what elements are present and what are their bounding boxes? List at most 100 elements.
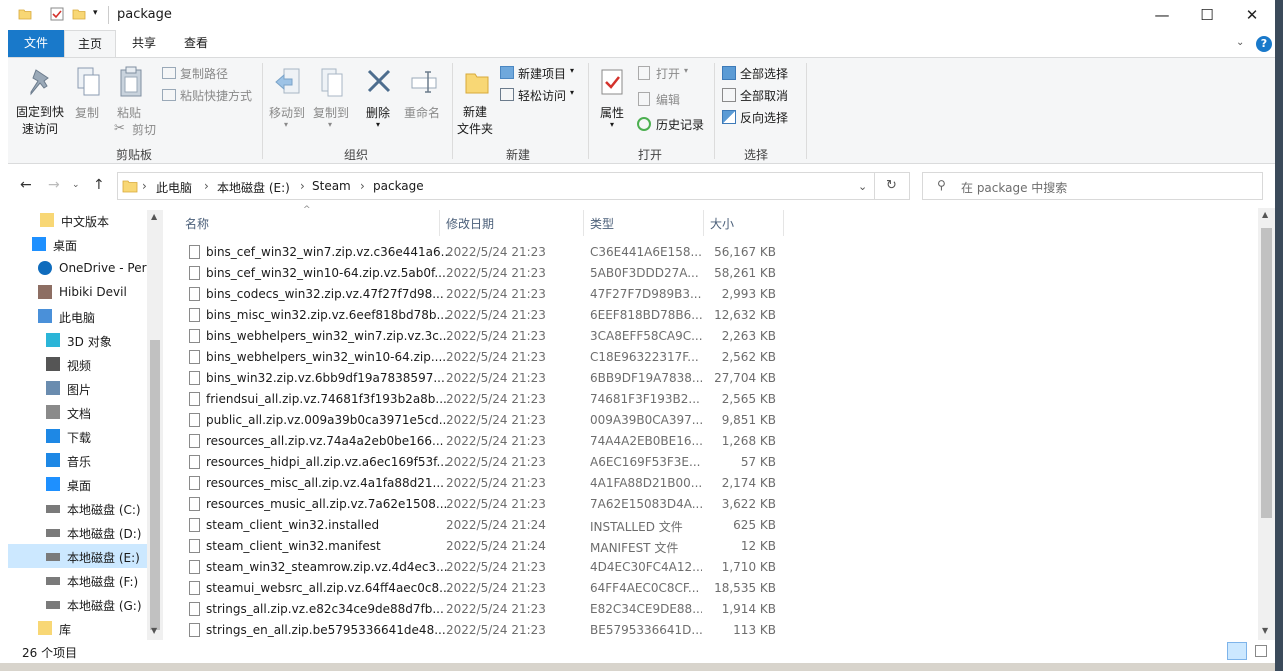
scroll-up-icon[interactable]: ▲ (1262, 210, 1268, 219)
breadcrumb-chevron-icon[interactable]: › (142, 179, 147, 193)
column-divider[interactable] (783, 210, 784, 236)
invert-selection-button[interactable]: 反向选择 (720, 109, 800, 127)
file-row[interactable]: resources_all.zip.vz.74a4a2eb0be166... 20… (178, 431, 784, 452)
search-box[interactable]: ⚲ 在 package 中搜索 (922, 172, 1263, 200)
breadcrumb-package[interactable]: package (373, 179, 424, 193)
rename-button[interactable]: 重命名 (400, 62, 446, 122)
column-type[interactable]: 类型 (590, 215, 614, 232)
breadcrumb-chevron-icon[interactable]: › (360, 179, 365, 193)
column-divider[interactable] (703, 210, 704, 236)
paste-shortcut-button[interactable]: 粘贴快捷方式 (160, 87, 270, 105)
refresh-button[interactable]: ↻ (875, 172, 910, 200)
select-all-button[interactable]: 全部选择 (720, 65, 800, 83)
file-row[interactable]: friendsui_all.zip.vz.74681f3f193b2a8b...… (178, 389, 784, 410)
nav-item[interactable]: 本地磁盘 (F:) (8, 568, 148, 592)
tab-home[interactable]: 主页 (64, 30, 116, 57)
column-divider[interactable] (439, 210, 440, 236)
file-row[interactable]: strings_all.zip.vz.e82c34ce9de88d7fb... 2… (178, 599, 784, 620)
cut-button[interactable]: ✂ 剪切 (112, 121, 172, 139)
file-row[interactable]: bins_codecs_win32.zip.vz.47f27f7d98... 20… (178, 284, 784, 305)
file-row[interactable]: steamui_websrc_all.zip.vz.64ff4aec0c8...… (178, 578, 784, 599)
up-arrow-icon[interactable]: ↑ (93, 177, 105, 193)
minimize-button[interactable]: — (1139, 0, 1185, 30)
nav-item[interactable]: Hibiki Devil (8, 280, 148, 304)
breadcrumb-drive-e[interactable]: 本地磁盘 (E:) (217, 179, 290, 196)
tab-file[interactable]: 文件 (8, 30, 64, 57)
copy-path-button[interactable]: 复制路径 (160, 65, 270, 83)
file-row[interactable]: bins_webhelpers_win32_win10-64.zip.... 20… (178, 347, 784, 368)
maximize-button[interactable]: ☐ (1184, 0, 1230, 30)
nav-item[interactable]: 视频 (8, 352, 148, 376)
new-folder-icon[interactable] (72, 7, 86, 21)
nav-item[interactable]: 本地磁盘 (D:) (8, 520, 148, 544)
breadcrumb-chevron-icon[interactable]: › (204, 179, 209, 193)
breadcrumb-this-pc[interactable]: 此电脑 (156, 179, 192, 196)
back-arrow-icon[interactable]: ← (20, 177, 32, 193)
close-button[interactable]: ✕ (1229, 0, 1275, 30)
pin-quick-access-button[interactable]: 固定到快 速访问 (12, 62, 68, 138)
file-row[interactable]: resources_hidpi_all.zip.vz.a6ec169f53f..… (178, 452, 784, 473)
file-row[interactable]: bins_webhelpers_win32_win7.zip.vz.3c... 2… (178, 326, 784, 347)
column-name[interactable]: 名称 (185, 215, 209, 232)
column-date[interactable]: 修改日期 (446, 215, 494, 232)
copy-button[interactable]: 复制 (70, 62, 108, 138)
nav-item[interactable]: 库 (8, 616, 148, 640)
nav-item[interactable]: 本地磁盘 (C:) (8, 496, 148, 520)
file-row[interactable]: bins_cef_win32_win10-64.zip.vz.5ab0f... 2… (178, 263, 784, 284)
help-icon[interactable]: ? (1256, 36, 1272, 52)
nav-item[interactable]: 本地磁盘 (E:) (8, 544, 148, 568)
nav-item[interactable]: 此电脑 (8, 304, 148, 328)
nav-item[interactable]: 文档 (8, 400, 148, 424)
delete-button[interactable]: 删除 ▾ (360, 62, 396, 132)
file-row[interactable]: steam_client_win32.installed 2022/5/24 21… (178, 515, 784, 536)
column-size[interactable]: 大小 (710, 215, 734, 232)
file-row[interactable]: steam_win32_steamrow.zip.vz.4d4ec3... 202… (178, 557, 784, 578)
new-item-button[interactable]: 新建项目 ▾ (498, 65, 583, 83)
select-none-button[interactable]: 全部取消 (720, 87, 800, 105)
address-dropdown-chevron-icon[interactable]: ⌄ (858, 180, 867, 193)
tab-view[interactable]: 查看 (174, 30, 218, 57)
nav-item[interactable]: 中文版本 (8, 208, 148, 232)
nav-item[interactable]: 桌面 (8, 232, 148, 256)
nav-item[interactable]: 桌面 (8, 472, 148, 496)
scroll-down-icon[interactable]: ▼ (151, 626, 157, 635)
move-to-button[interactable]: 移动到 ▾ (266, 62, 308, 132)
open-button[interactable]: 打开 ▾ (636, 65, 716, 83)
file-row[interactable]: strings_en_all.zip.be5795336641de48... 20… (178, 620, 784, 641)
nav-scroll-thumb[interactable] (150, 340, 160, 630)
scroll-up-icon[interactable]: ▲ (151, 212, 157, 221)
easy-access-button[interactable]: 轻松访问 ▾ (498, 87, 583, 105)
file-row[interactable]: resources_music_all.zip.vz.7a62e1508... 2… (178, 494, 784, 515)
breadcrumb-chevron-icon[interactable]: › (300, 179, 305, 193)
file-row[interactable]: public_all.zip.vz.009a39b0ca3971e5cd... 2… (178, 410, 784, 431)
properties-check-icon[interactable] (50, 7, 64, 21)
customize-toolbar-chevron-icon[interactable]: ▾ (93, 8, 98, 18)
file-row[interactable]: steam_client_win32.manifest 2022/5/24 21:… (178, 536, 784, 557)
nav-item[interactable]: OneDrive - Per (8, 256, 148, 280)
recent-locations-chevron-icon[interactable]: ⌄ (72, 180, 80, 190)
tab-share[interactable]: 共享 (124, 30, 164, 57)
nav-item[interactable]: 3D 对象 (8, 328, 148, 352)
breadcrumb-steam[interactable]: Steam (312, 179, 351, 193)
nav-scrollbar[interactable]: ▲ ▼ (147, 210, 163, 640)
paste-button[interactable]: 粘贴 (112, 62, 150, 120)
nav-item[interactable]: 图片 (8, 376, 148, 400)
file-list-scroll-thumb[interactable] (1261, 228, 1272, 518)
nav-item[interactable]: 下载 (8, 424, 148, 448)
nav-item[interactable]: 音乐 (8, 448, 148, 472)
file-row[interactable]: bins_misc_win32.zip.vz.6eef818bd78b... 20… (178, 305, 784, 326)
scroll-down-icon[interactable]: ▼ (1262, 626, 1268, 635)
file-row[interactable]: bins_cef_win32_win7.zip.vz.c36e441a6... 2… (178, 242, 784, 263)
edit-button[interactable]: 编辑 (636, 91, 716, 109)
file-row[interactable]: resources_misc_all.zip.vz.4a1fa88d21... 2… (178, 473, 784, 494)
forward-arrow-icon[interactable]: → (48, 177, 60, 193)
new-folder-button[interactable]: 新建 文件夹 (456, 62, 498, 138)
details-view-icon[interactable] (1227, 642, 1247, 660)
copy-to-button[interactable]: 复制到 ▾ (310, 62, 352, 132)
address-bar[interactable]: › 此电脑 › 本地磁盘 (E:) › Steam › package ⌄ (117, 172, 875, 200)
history-button[interactable]: 历史记录 (636, 116, 716, 134)
properties-button[interactable]: 属性 ▾ (592, 62, 632, 138)
ribbon-expand-chevron-icon[interactable]: ⌄ (1236, 37, 1244, 48)
large-icons-view-icon[interactable] (1252, 642, 1270, 660)
nav-item[interactable]: 本地磁盘 (G:) (8, 592, 148, 616)
